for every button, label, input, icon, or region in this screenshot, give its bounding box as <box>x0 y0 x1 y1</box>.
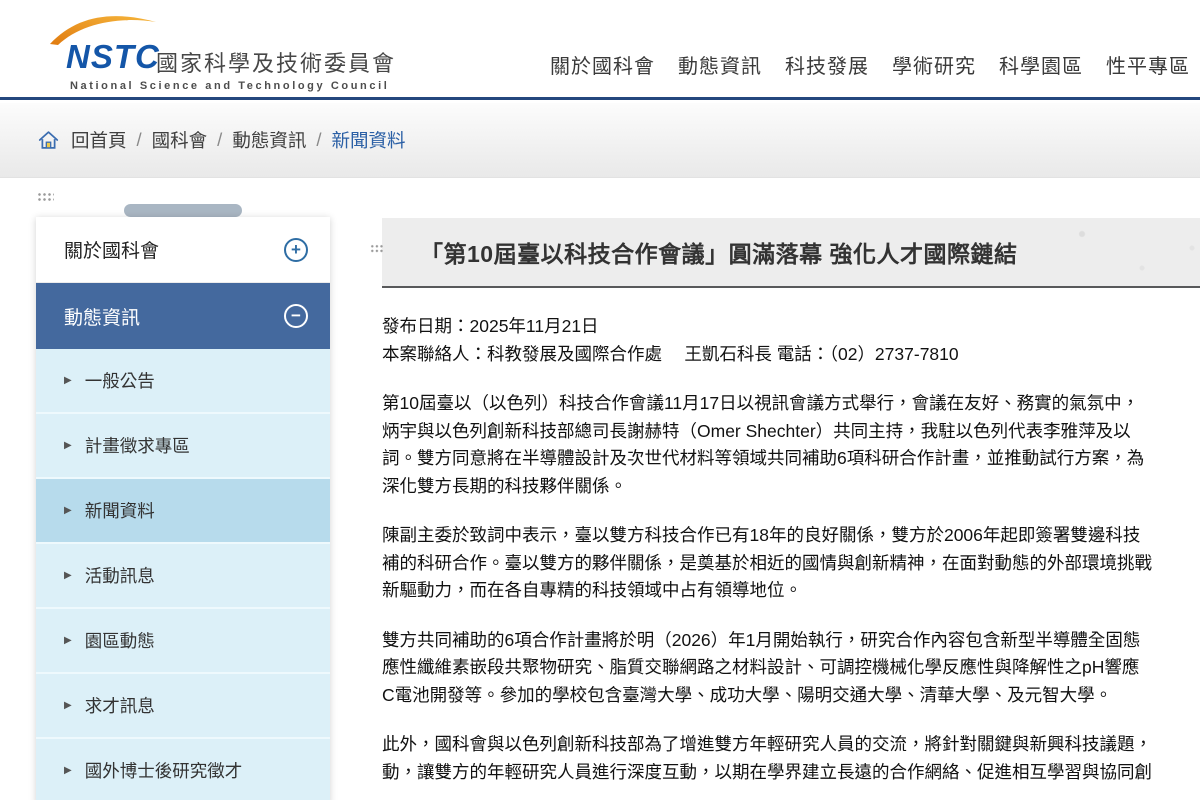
breadcrumb-level2[interactable]: 動態資訊 <box>232 127 306 153</box>
plus-circle-icon[interactable]: + <box>284 238 308 262</box>
breadcrumb-level1[interactable]: 國科會 <box>152 127 208 153</box>
triangle-right-icon: ▶ <box>64 635 72 646</box>
sidebar-submenu-label: 園區動態 <box>85 628 155 653</box>
nstc-logo[interactable]: NSTC 國家科學及技術委員會 National Science and Tec… <box>48 6 468 98</box>
breadcrumb-separator: / <box>137 129 142 151</box>
sidebar-submenu-label: 求才訊息 <box>85 693 155 718</box>
sidebar-submenu-item[interactable]: ▶ 活動訊息 <box>36 544 330 609</box>
sidebar-submenu-item[interactable]: ▶ 計畫徵求專區 <box>36 414 330 479</box>
article-paragraph: 雙方共同補助的6項合作計畫將於明（2026）年1月開始執行，研究合作內容包含新型… <box>382 627 1200 710</box>
sidebar-submenu-item[interactable]: ▶ 園區動態 <box>36 609 330 674</box>
main-nav-item[interactable]: 科學園區 <box>999 50 1083 79</box>
publish-date: 發布日期：2025年11月21日 <box>382 316 599 336</box>
sidebar-section-about[interactable]: 關於國科會 + <box>36 217 330 283</box>
sidebar-section-news[interactable]: 動態資訊 − <box>36 283 330 349</box>
logo-english-name: National Science and Technology Council <box>70 80 389 92</box>
breadcrumb-separator: / <box>316 129 321 151</box>
triangle-right-icon: ▶ <box>64 765 72 776</box>
main-nav-item[interactable]: 學術研究 <box>892 50 976 79</box>
sidebar-submenu-item[interactable]: ▶ 求才訊息 <box>36 674 330 739</box>
skip-anchor-dots-icon[interactable] <box>370 244 384 253</box>
sidebar-submenu-item[interactable]: ▶ 新聞資料 <box>36 479 330 544</box>
article-main: 「第10屆臺以科技合作會議」圓滿落幕 強化人才國際鏈結 發布日期：2025年11… <box>370 218 1200 786</box>
sidebar: 關於國科會 + 動態資訊 − ▶ 一般公告 ▶ 計畫徵求專區 <box>36 204 330 800</box>
sidebar-submenu-label: 新聞資料 <box>85 498 155 523</box>
sidebar-submenu-item[interactable]: ▶ 一般公告 <box>36 349 330 414</box>
sidebar-submenu-label: 計畫徵求專區 <box>85 433 190 458</box>
triangle-right-icon: ▶ <box>64 440 72 451</box>
sidebar-section-label: 動態資訊 <box>64 303 140 330</box>
logo-chinese-name: 國家科學及技術委員會 <box>156 46 396 78</box>
logo-acronym: NSTC <box>66 38 160 76</box>
breadcrumb-current: 新聞資料 <box>331 127 405 153</box>
article-title: 「第10屆臺以科技合作會議」圓滿落幕 強化人才國際鏈結 <box>420 235 1017 269</box>
main-nav-item[interactable]: 性平專區 <box>1106 50 1190 79</box>
article-body: 第10屆臺以（以色列）科技合作會議11月17日以視訊會議方式舉行，會議在友好、務… <box>382 390 1200 786</box>
sidebar-top-pill <box>124 204 242 217</box>
home-icon <box>38 130 59 150</box>
main-nav-item[interactable]: 動態資訊 <box>678 50 762 79</box>
article-title-box: 「第10屆臺以科技合作會議」圓滿落幕 強化人才國際鏈結 <box>382 218 1200 288</box>
triangle-right-icon: ▶ <box>64 700 72 711</box>
main-nav: 關於國科會 動態資訊 科技發展 學術研究 科學園區 性平專區 <box>550 50 1190 79</box>
contact-person: 本案聯絡人：科教發展及國際合作處 王凱石科長 電話：（02）2737-7810 <box>382 344 959 364</box>
sidebar-submenu: ▶ 一般公告 ▶ 計畫徵求專區 ▶ 新聞資料 ▶ <box>36 349 330 800</box>
sidebar-menu: 關於國科會 + 動態資訊 − ▶ 一般公告 ▶ 計畫徵求專區 <box>36 217 330 800</box>
article-paragraph: 第10屆臺以（以色列）科技合作會議11月17日以視訊會議方式舉行，會議在友好、務… <box>382 390 1200 500</box>
triangle-right-icon: ▶ <box>64 570 72 581</box>
sidebar-submenu-item[interactable]: ▶ 國外博士後研究徵才 <box>36 739 330 800</box>
sidebar-submenu-label: 活動訊息 <box>85 563 155 588</box>
article-paragraph: 陳副主委於致詞中表示，臺以雙方科技合作已有18年的良好關係，雙方於2006年起即… <box>382 522 1200 605</box>
page: ✉ 意見信箱 ? Q&A ⊞ 網站導覽 NSTC 國家科學及技術委員會 <box>0 0 1200 800</box>
main-nav-item[interactable]: 科技發展 <box>785 50 869 79</box>
article-paragraph: 此外，國科會與以色列創新科技部為了增進雙方年輕研究人員的交流，將針對關鍵與新興科… <box>382 731 1200 786</box>
breadcrumb-home[interactable]: 回首頁 <box>71 127 127 153</box>
site-header: NSTC 國家科學及技術委員會 National Science and Tec… <box>0 0 1200 100</box>
article-meta: 發布日期：2025年11月21日 本案聯絡人：科教發展及國際合作處 王凱石科長 … <box>382 312 1200 368</box>
breadcrumb-separator: / <box>217 129 222 151</box>
sidebar-section-label: 關於國科會 <box>64 236 159 263</box>
skip-anchor-dots-icon[interactable] <box>37 192 54 202</box>
main-nav-item[interactable]: 關於國科會 <box>550 50 655 79</box>
triangle-right-icon: ▶ <box>64 375 72 386</box>
minus-circle-icon[interactable]: − <box>284 304 308 328</box>
breadcrumb-bar: 回首頁 / 國科會 / 動態資訊 / 新聞資料 <box>0 103 1200 178</box>
triangle-right-icon: ▶ <box>64 505 72 516</box>
sidebar-submenu-label: 一般公告 <box>85 368 155 393</box>
sidebar-submenu-label: 國外博士後研究徵才 <box>85 758 243 783</box>
breadcrumb: 回首頁 / 國科會 / 動態資訊 / 新聞資料 <box>38 127 405 153</box>
